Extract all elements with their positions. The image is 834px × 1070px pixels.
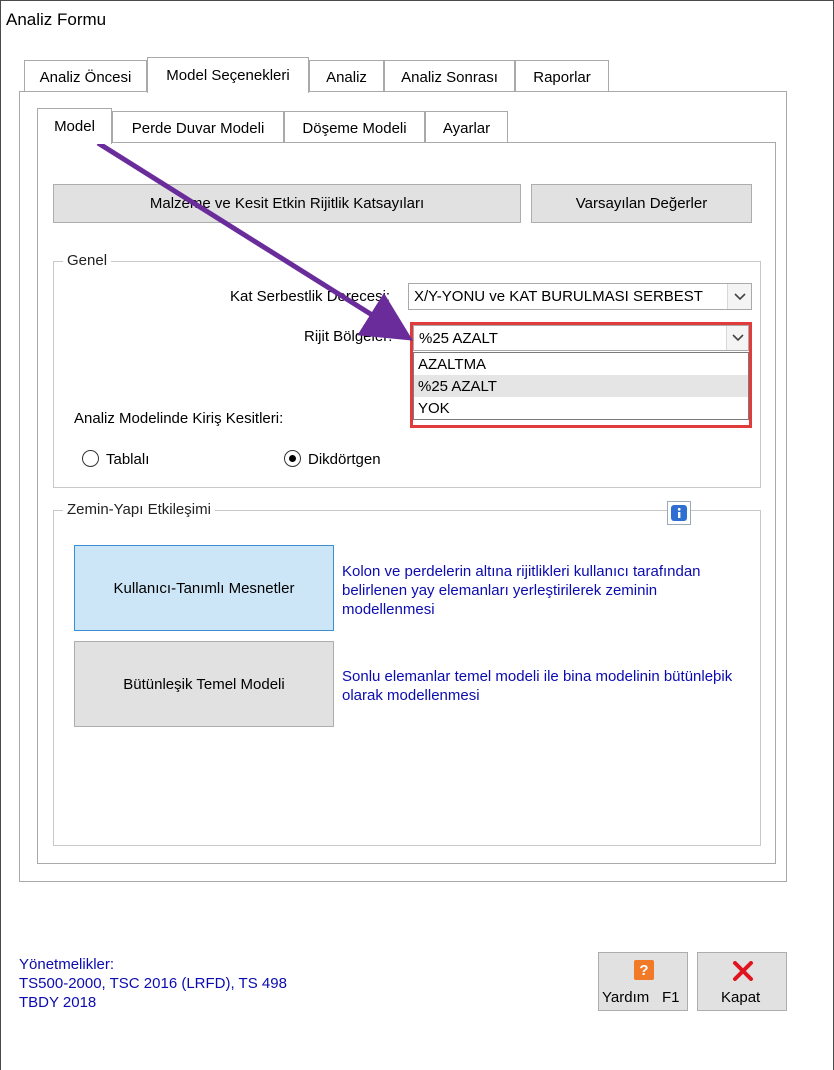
subtab-model[interactable]: Model — [37, 108, 112, 144]
regulations-line: TBDY 2018 — [19, 994, 97, 1011]
annotation-arrow — [96, 140, 413, 341]
help-label: Yardım — [602, 989, 650, 1006]
regulations-line: TS500-2000, TSC 2016 (LRFD), TS 498 — [19, 975, 287, 992]
close-button[interactable]: Kapat — [697, 952, 787, 1011]
regulations-title: Yönetmelikler: — [19, 956, 115, 973]
tab-label: Model — [54, 118, 95, 135]
tab-model-secenekleri[interactable]: Model Seçenekleri — [147, 57, 309, 93]
help-icon: ? — [634, 960, 654, 980]
close-label: Kapat — [721, 989, 761, 1006]
help-button[interactable]: ? Yardım F1 — [598, 952, 688, 1011]
close-icon — [733, 961, 753, 981]
tab-label: Model Seçenekleri — [166, 67, 290, 84]
help-shortcut: F1 — [662, 989, 680, 1006]
